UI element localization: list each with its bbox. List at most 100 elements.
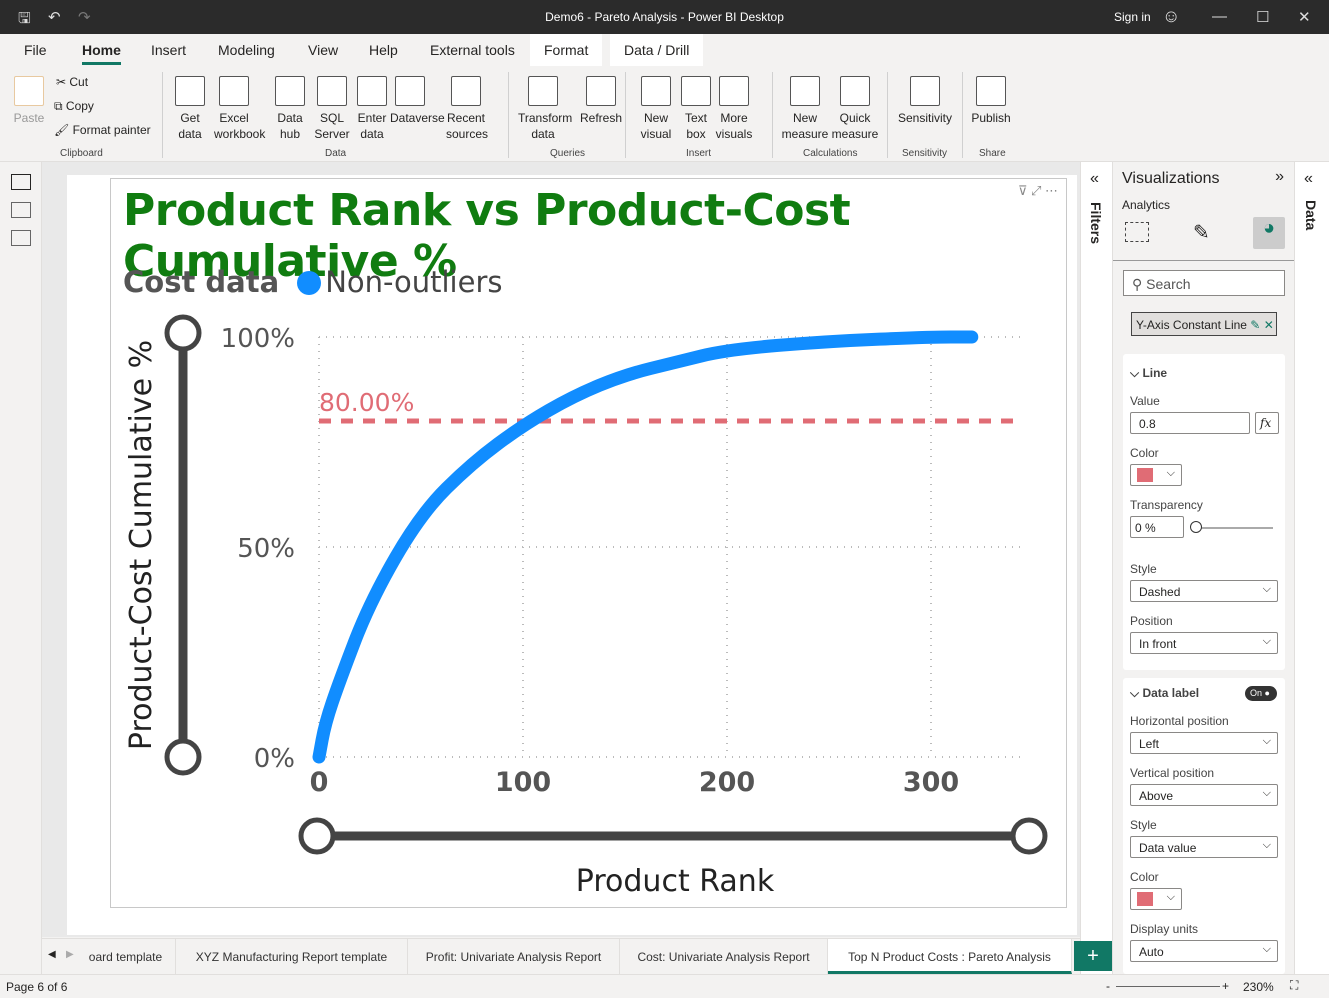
refresh-button[interactable]: Refresh xyxy=(576,76,626,126)
analytics-icon[interactable]: ◕ xyxy=(1253,217,1285,249)
x-tick-label: 0 xyxy=(310,767,329,798)
x-tick-label: 200 xyxy=(699,767,755,798)
tab-page[interactable]: Cost: Univariate Analysis Report xyxy=(620,939,828,974)
dataverse-button[interactable]: Dataverse xyxy=(390,76,445,126)
x-slider-handle-right[interactable] xyxy=(1010,817,1048,855)
menu-insert[interactable]: Insert xyxy=(151,42,186,58)
data-pane[interactable]: « Data xyxy=(1294,162,1329,974)
account-icon[interactable]: ☺ xyxy=(1162,6,1180,27)
menu-modeling[interactable]: Modeling xyxy=(218,42,275,58)
data-hub-icon xyxy=(275,76,305,106)
transparency-slider-thumb[interactable] xyxy=(1190,521,1202,533)
text-box-icon xyxy=(681,76,711,106)
text-box-button[interactable]: Text box xyxy=(676,76,716,142)
paste-icon xyxy=(14,76,44,106)
enter-data-button[interactable]: Enter data xyxy=(352,76,392,142)
collapse-icon[interactable]: « xyxy=(1090,170,1099,188)
minimize-button[interactable]: — xyxy=(1212,8,1227,25)
new-measure-button[interactable]: New measure xyxy=(780,76,830,142)
build-visual-icon[interactable] xyxy=(1125,222,1149,242)
constant-line-chip[interactable]: Y-Axis Constant Line ✎ ✕ xyxy=(1131,312,1277,336)
remove-icon[interactable]: ✕ xyxy=(1264,318,1274,332)
more-visuals-icon xyxy=(719,76,749,106)
model-view-icon[interactable] xyxy=(11,230,31,246)
excel-workbook-button[interactable]: Excel workbook xyxy=(214,76,265,142)
filters-label[interactable]: Filters xyxy=(1088,202,1104,244)
tab-page[interactable]: Profit: Univariate Analysis Report xyxy=(408,939,620,974)
transform-data-button[interactable]: Transform data xyxy=(518,76,572,142)
position-dropdown[interactable]: In front ⌵ xyxy=(1130,632,1278,654)
dl-style-dropdown[interactable]: Data value ⌵ xyxy=(1130,836,1278,858)
data-label-toggle[interactable]: On ● xyxy=(1245,686,1277,701)
zoom-slider[interactable] xyxy=(1116,986,1220,987)
paste-button[interactable]: Paste xyxy=(12,76,46,126)
x-slider-handle-left[interactable] xyxy=(298,817,336,855)
filters-pane[interactable]: « Filters xyxy=(1080,162,1112,974)
pareto-visual[interactable]: Product Rank vs Product-Cost Cumulative … xyxy=(110,178,1067,908)
publish-button[interactable]: Publish xyxy=(970,76,1012,126)
y-slider-handle-bottom[interactable] xyxy=(164,738,202,776)
get-data-button[interactable]: Get data xyxy=(170,76,210,142)
sign-in-button[interactable]: Sign in xyxy=(1114,10,1151,24)
new-visual-button[interactable]: New visual xyxy=(636,76,676,142)
line-color-picker[interactable]: ⌵ xyxy=(1130,464,1182,486)
menu-data-drill[interactable]: Data / Drill xyxy=(610,34,704,66)
tab-page-active[interactable]: Top N Product Costs : Pareto Analysis xyxy=(828,939,1072,974)
line-style-dropdown[interactable]: Dashed ⌵ xyxy=(1130,580,1278,602)
tab-page[interactable]: XYZ Manufacturing Report template xyxy=(176,939,408,974)
dl-color-label: Color xyxy=(1130,870,1159,884)
menu-bar: File Home Insert Modeling View Help Exte… xyxy=(0,34,1329,66)
quick-measure-button[interactable]: Quick measure xyxy=(830,76,880,142)
group-label: Calculations xyxy=(803,148,858,159)
menu-help[interactable]: Help xyxy=(369,42,398,58)
sql-server-icon xyxy=(317,76,347,106)
collapse-icon[interactable]: « xyxy=(1304,170,1313,188)
transparency-slider[interactable] xyxy=(1193,527,1273,529)
report-view-icon[interactable] xyxy=(11,174,31,190)
data-label[interactable]: Data xyxy=(1303,200,1319,230)
format-visual-icon[interactable]: ✎ xyxy=(1193,220,1210,245)
data-label-card: ⌵ Data label On ● Horizontal position Le… xyxy=(1123,678,1285,974)
data-hub-button[interactable]: Data hub xyxy=(270,76,310,142)
line-section-header[interactable]: ⌵ Line xyxy=(1130,366,1167,381)
tab-page[interactable]: oard template xyxy=(76,939,176,974)
expand-icon[interactable]: » xyxy=(1275,168,1284,186)
units-label: Display units xyxy=(1130,922,1199,936)
maximize-button[interactable]: ☐ xyxy=(1256,8,1269,26)
menu-home[interactable]: Home xyxy=(82,42,121,65)
menu-format[interactable]: Format xyxy=(530,34,603,66)
fx-button[interactable]: fx xyxy=(1255,412,1279,434)
menu-external-tools[interactable]: External tools xyxy=(430,42,515,58)
recent-sources-icon xyxy=(451,76,481,106)
recent-sources-button[interactable]: Recent sources xyxy=(446,76,488,142)
sql-server-button[interactable]: SQL Server xyxy=(312,76,352,142)
add-page-button[interactable]: + xyxy=(1074,941,1112,971)
y-slider-handle-top[interactable] xyxy=(164,314,202,352)
copy-button[interactable]: ⧉ Copy xyxy=(54,98,94,114)
title-bar: 🖫 ↶ ↷ Demo6 - Pareto Analysis - Power BI… xyxy=(0,0,1329,34)
units-dropdown[interactable]: Auto ⌵ xyxy=(1130,940,1278,962)
value-input[interactable]: 0.8 xyxy=(1130,412,1250,434)
vpos-dropdown[interactable]: Above ⌵ xyxy=(1130,784,1278,806)
zoom-in[interactable]: + xyxy=(1222,979,1229,993)
tab-scroll-left[interactable]: ◀ xyxy=(48,949,56,960)
dl-color-picker[interactable]: ⌵ xyxy=(1130,888,1182,910)
edit-icon[interactable]: ✎ xyxy=(1250,318,1260,332)
zoom-level: 230% xyxy=(1243,980,1274,994)
zoom-out[interactable]: - xyxy=(1106,979,1110,993)
page-tabs: ◀ ▶ oard template XYZ Manufacturing Repo… xyxy=(42,938,1112,974)
menu-file[interactable]: File xyxy=(24,42,47,58)
transparency-input[interactable]: 0 % xyxy=(1130,516,1184,538)
search-input[interactable]: ⚲ Search xyxy=(1123,270,1285,296)
close-button[interactable]: ✕ xyxy=(1298,8,1311,26)
menu-view[interactable]: View xyxy=(308,42,338,58)
more-visuals-button[interactable]: More visuals xyxy=(714,76,754,142)
format-painter-button[interactable]: 🖌 Format painter xyxy=(54,122,151,138)
tab-scroll-right[interactable]: ▶ xyxy=(66,949,74,960)
cut-button[interactable]: ✂ Cut xyxy=(56,74,88,90)
hpos-dropdown[interactable]: Left ⌵ xyxy=(1130,732,1278,754)
fit-page-icon[interactable]: ⛶ xyxy=(1290,978,1298,993)
sensitivity-button[interactable]: Sensitivity xyxy=(896,76,954,126)
table-view-icon[interactable] xyxy=(11,202,31,218)
data-label-section-header[interactable]: ⌵ Data label xyxy=(1130,686,1199,701)
